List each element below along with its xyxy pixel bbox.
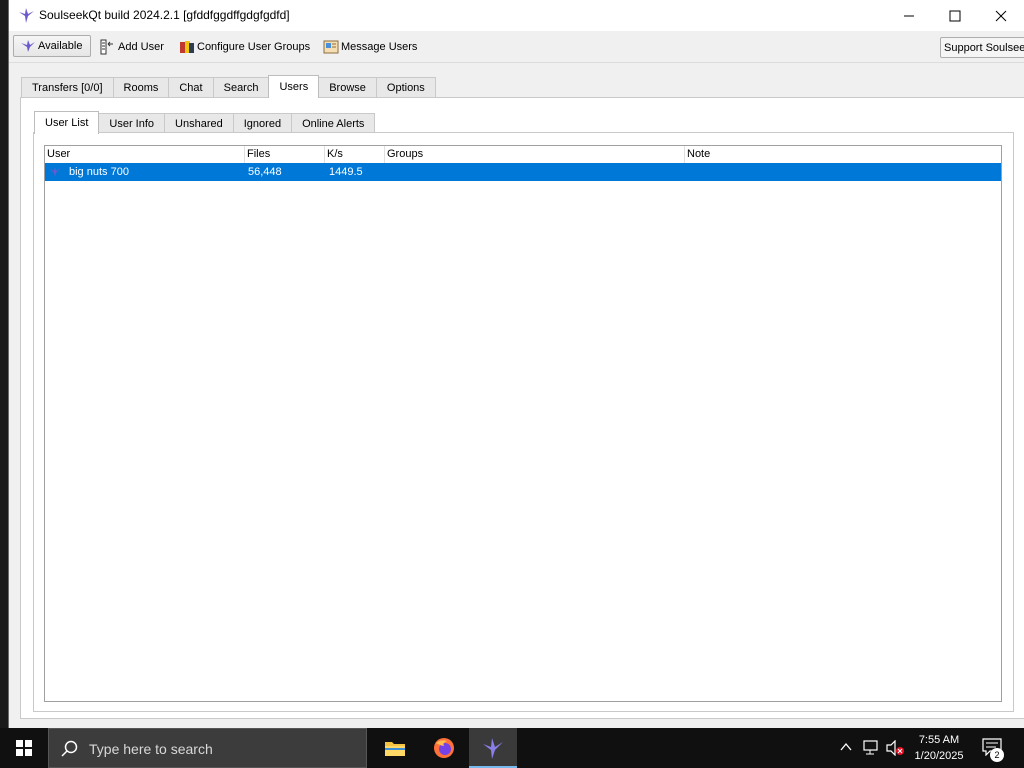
cell-user: big nuts 700 bbox=[69, 166, 129, 178]
maximize-icon bbox=[949, 10, 961, 22]
table-header: User Files K/s Groups Note bbox=[45, 146, 1001, 164]
clock-date: 1/20/2025 bbox=[914, 750, 964, 762]
tab-unshared[interactable]: Unshared bbox=[164, 113, 234, 133]
soulseek-bird-icon bbox=[21, 40, 35, 52]
add-user-label: Add User bbox=[118, 41, 164, 53]
close-button[interactable] bbox=[978, 0, 1024, 31]
maximize-button[interactable] bbox=[932, 0, 978, 31]
status-label: Available bbox=[38, 40, 83, 52]
soulseek-bird-icon bbox=[50, 167, 60, 177]
taskbar-clock[interactable]: 7:55 AM 1/20/2025 bbox=[908, 732, 970, 764]
tab-online-alerts[interactable]: Online Alerts bbox=[291, 113, 376, 133]
tab-browse[interactable]: Browse bbox=[318, 77, 377, 97]
cell-files: 56,448 bbox=[248, 166, 282, 178]
column-header-user[interactable]: User bbox=[45, 146, 245, 163]
cell-groups bbox=[387, 163, 389, 181]
tab-rooms[interactable]: Rooms bbox=[112, 77, 170, 97]
windows-logo-icon bbox=[16, 740, 32, 756]
add-user-button[interactable]: Add User bbox=[100, 36, 164, 58]
tab-user-info[interactable]: User Info bbox=[98, 113, 166, 133]
search-icon bbox=[61, 740, 78, 757]
volume-muted-icon[interactable] bbox=[886, 740, 906, 756]
taskbar: Type here to search 7:55 AM 1/20/2025 2 bbox=[0, 728, 1024, 768]
taskbar-search-box[interactable]: Type here to search bbox=[48, 728, 367, 768]
window-title: SoulseekQt build 2024.2.1 [gfddfggdffgdg… bbox=[39, 8, 290, 22]
toolbar: Available Add User Configure User Groups bbox=[9, 31, 1024, 63]
column-header-note[interactable]: Note bbox=[685, 146, 1001, 163]
file-explorer-button[interactable] bbox=[371, 728, 419, 768]
tab-transfers[interactable]: Transfers [0/0] bbox=[21, 77, 114, 97]
firefox-icon bbox=[434, 738, 454, 758]
column-header-groups[interactable]: Groups bbox=[385, 146, 685, 163]
table-row[interactable]: big nuts 700 56,448 1449.5 bbox=[45, 163, 1001, 181]
configure-user-groups-button[interactable]: Configure User Groups bbox=[179, 36, 310, 58]
tab-ignored[interactable]: Ignored bbox=[232, 113, 293, 133]
cell-note bbox=[687, 163, 689, 181]
tab-chat[interactable]: Chat bbox=[168, 77, 214, 97]
search-placeholder: Type here to search bbox=[89, 741, 213, 757]
notification-count-badge: 2 bbox=[990, 748, 1004, 762]
users-sub-tab-bar: User List User Info Unshared Ignored Onl… bbox=[34, 111, 376, 134]
soulseek-window: SoulseekQt build 2024.2.1 [gfddfggdffgdg… bbox=[8, 0, 1024, 728]
start-button[interactable] bbox=[0, 728, 48, 768]
firefox-button[interactable] bbox=[420, 728, 468, 768]
support-soulseek-button[interactable]: Support Soulseek bbox=[940, 37, 1024, 58]
message-users-button[interactable]: Message Users bbox=[323, 36, 417, 58]
main-tab-bar: Transfers [0/0] Rooms Chat Search Users … bbox=[21, 75, 436, 98]
soulseek-icon bbox=[483, 738, 503, 759]
tab-options[interactable]: Options bbox=[375, 77, 436, 97]
status-button[interactable]: Available bbox=[13, 35, 91, 57]
tab-search[interactable]: Search bbox=[212, 77, 270, 97]
message-users-label: Message Users bbox=[341, 41, 418, 53]
support-label: Support Soulseek bbox=[944, 41, 1024, 54]
configure-groups-label: Configure User Groups bbox=[197, 41, 311, 53]
clock-time: 7:55 AM bbox=[918, 734, 960, 746]
file-explorer-icon bbox=[385, 742, 405, 756]
cell-speed: 1449.5 bbox=[329, 166, 363, 178]
network-icon[interactable] bbox=[862, 740, 880, 756]
column-header-files[interactable]: Files bbox=[245, 146, 325, 163]
soulseek-taskbar-button[interactable] bbox=[469, 728, 517, 768]
tab-user-list[interactable]: User List bbox=[34, 111, 100, 134]
close-icon bbox=[995, 10, 1007, 22]
chevron-up-icon[interactable] bbox=[840, 742, 852, 752]
tab-users[interactable]: Users bbox=[268, 75, 320, 98]
add-user-icon bbox=[100, 39, 113, 55]
user-list-table[interactable]: User Files K/s Groups Note big nuts 700 … bbox=[44, 145, 1002, 702]
column-header-speed[interactable]: K/s bbox=[325, 146, 385, 163]
soulseek-bird-icon bbox=[19, 8, 34, 23]
minimize-icon bbox=[904, 15, 914, 17]
title-bar[interactable]: SoulseekQt build 2024.2.1 [gfddfggdffgdg… bbox=[9, 0, 1024, 31]
message-users-icon bbox=[323, 40, 339, 54]
minimize-button[interactable] bbox=[886, 0, 932, 31]
user-groups-icon bbox=[180, 41, 194, 53]
